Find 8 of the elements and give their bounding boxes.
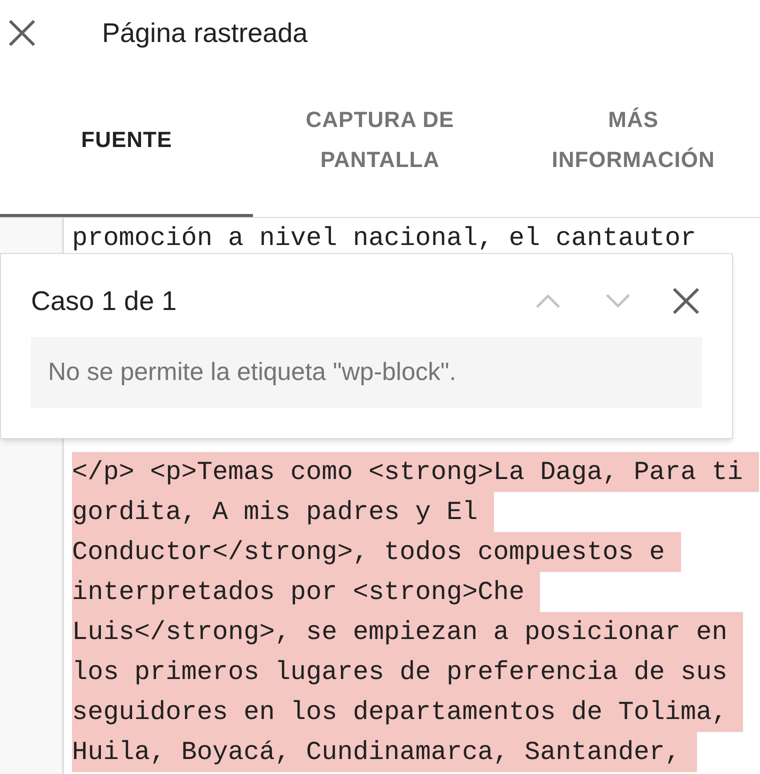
panel-title: Página rastreada (102, 16, 308, 50)
close-icon[interactable] (8, 19, 36, 47)
code-line: promoción a nivel nacional, el cantautor (72, 222, 698, 255)
popup-title: Caso 1 de 1 (31, 284, 178, 318)
tab[interactable]: MÁS INFORMACIÓN (506, 66, 760, 217)
issue-message: No se permite la etiqueta "wp-block". (48, 356, 456, 388)
tab[interactable]: CAPTURA DE PANTALLA (253, 66, 507, 217)
close-icon[interactable] (670, 285, 702, 317)
